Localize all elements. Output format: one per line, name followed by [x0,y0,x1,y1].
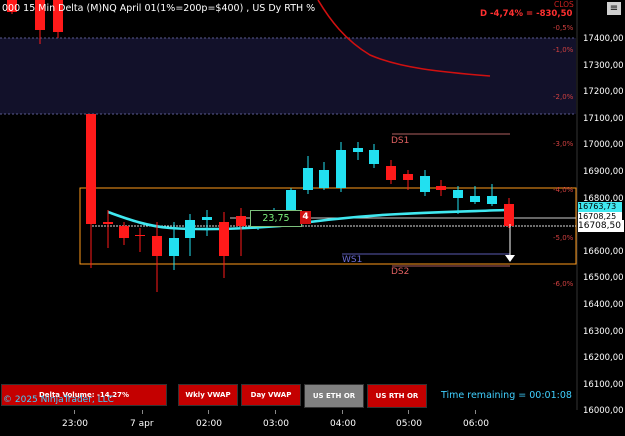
price-tick: 16300,00 [583,326,624,337]
candle-body [336,150,346,188]
candle-body [487,196,497,204]
candle-body [286,190,296,210]
price-chart[interactable] [0,0,625,432]
time-tick: 05:00 [396,419,422,429]
time-tick-mark [342,410,343,414]
time-tick: 06:00 [463,419,489,429]
settings-icon[interactable]: ≡ [607,2,621,15]
down-arrow-icon [505,255,515,262]
ws1-label: WS1 [342,255,363,265]
daily-change: D -4,74% = -830,50 [480,9,573,19]
candle-body [470,196,480,202]
wkly-vwap-button[interactable]: Wkly VWAP [178,384,238,406]
price-tick: 16100,00 [583,379,624,390]
time-tick-mark [408,410,409,414]
time-tick-mark [208,410,209,414]
price-tick: 16000,00 [583,406,624,417]
price-tick: 16400,00 [583,300,624,310]
us-rth-or-button[interactable]: US RTH OR [367,384,427,408]
candle-body [403,174,413,180]
price-marker-vwap: 16763,73 [578,202,622,212]
pct-tick: -6,0% [553,280,574,288]
candle-body [236,216,246,226]
candle-body [119,226,129,238]
candle-body [386,166,396,180]
price-tick: 17200,00 [583,87,624,98]
candle-body [453,190,463,198]
candle-body [202,217,212,220]
candle-body [353,148,363,152]
ds1-label: DS1 [391,136,410,146]
candle-body [303,168,313,190]
time-tick: 7 apr [130,419,154,429]
pct-tick: -1,0% [553,46,574,54]
price-tick: 17100,00 [583,113,624,124]
close-label: CLOS [554,0,574,9]
ds2-label: DS2 [391,267,410,277]
pct-tick: -4,0% [553,186,574,194]
pct-tick: -3,0% [553,140,574,148]
pct-tick: -2,0% [553,93,574,101]
candle-body [219,222,229,256]
copyright-text: © 2025 NinjaTrader, LLC [3,395,114,405]
candle-body [369,150,379,164]
candle-body [319,170,329,188]
candle-body [185,220,195,238]
day-vwap-button[interactable]: Day VWAP [241,384,301,406]
price-tick: 16900,00 [583,167,624,177]
candle-body [504,204,514,226]
time-tick: 02:00 [196,419,222,429]
chart-window[interactable]: 000 15 Min Delta (M)NQ April 01(1%=200p=… [0,0,625,432]
us-eth-or-button[interactable]: US ETH OR [304,384,364,408]
candle-body [152,236,162,256]
candle-body [436,186,446,190]
price-tick: 16500,00 [583,273,624,284]
delta-box-count: 4 [300,211,311,224]
pct-tick: -0,5% [553,24,574,32]
price-tick: 17300,00 [583,60,624,71]
candle-body [86,114,96,224]
price-tick: 17000,00 [583,140,624,151]
price-tick: 16200,00 [583,353,624,364]
time-tick-mark [74,410,75,414]
candle-body [169,238,179,256]
instrument-title: 000 15 Min Delta (M)NQ April 01(1%=200p=… [2,3,316,14]
time-tick-mark [142,410,143,414]
time-tick: 04:00 [330,419,356,429]
price-tick: 16600,00 [583,246,624,257]
pct-tick: -5,0% [553,234,574,242]
time-tick: 03:00 [263,419,289,429]
time-tick: 23:00 [62,419,88,429]
current-price-marker: 16708,50 [578,220,624,232]
time-remaining: Time remaining = 00:01:08 [441,390,572,401]
candle-body [420,176,430,192]
price-tick: 17400,00 [583,34,624,44]
candle-body [103,222,113,224]
delta-box-value: 23,75 [250,210,302,227]
time-tick-mark [275,410,276,414]
candle-body [135,235,145,236]
time-tick-mark [475,410,476,414]
